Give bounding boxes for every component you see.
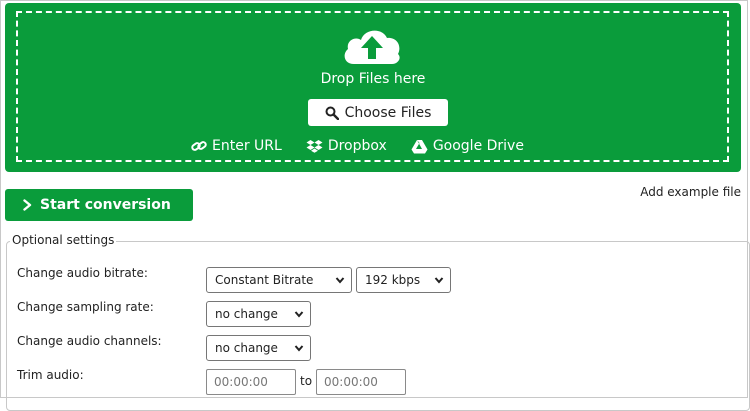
dropbox-label: Dropbox: [327, 138, 387, 154]
bitrate-label: Change audio bitrate:: [17, 266, 148, 280]
choose-files-label: Choose Files: [344, 104, 432, 121]
chevron-down-icon: [434, 277, 444, 284]
chevron-down-icon: [294, 345, 304, 352]
chevron-down-icon: [294, 311, 304, 318]
chevron-right-icon: [23, 199, 32, 211]
optional-settings-legend: Optional settings: [10, 233, 117, 247]
google-drive-icon: [411, 139, 428, 153]
add-example-file-link[interactable]: Add example file: [640, 185, 741, 199]
dropbox-icon: [306, 140, 323, 153]
sampling-rate-select[interactable]: no change: [206, 301, 311, 327]
sampling-rate-label: Change sampling rate:: [17, 300, 154, 314]
trim-start-input[interactable]: 00:00:00: [206, 369, 296, 395]
google-drive-label: Google Drive: [432, 138, 524, 154]
choose-files-button[interactable]: Choose Files: [308, 99, 448, 126]
enter-url-label: Enter URL: [212, 138, 282, 154]
search-icon: [325, 106, 339, 120]
trim-to-text: to: [300, 374, 313, 388]
start-conversion-label: Start conversion: [40, 197, 171, 213]
chevron-down-icon: [335, 277, 345, 284]
bitrate-mode-value: Constant Bitrate: [215, 273, 314, 287]
trim-end-input[interactable]: 00:00:00: [316, 369, 406, 395]
file-drop-zone[interactable]: Drop Files here Choose Files Enter URL D…: [5, 3, 741, 172]
sampling-rate-value: no change: [215, 307, 278, 321]
audio-channels-select[interactable]: no change: [206, 335, 311, 361]
bitrate-value-select[interactable]: 192 kbps: [356, 267, 451, 293]
drop-files-text: Drop Files here: [320, 71, 426, 87]
audio-channels-value: no change: [215, 341, 278, 355]
enter-url-link[interactable]: Enter URL: [191, 138, 282, 154]
start-conversion-button[interactable]: Start conversion: [5, 189, 193, 221]
dropbox-link[interactable]: Dropbox: [306, 138, 387, 154]
link-icon: [191, 141, 207, 151]
bitrate-value: 192 kbps: [365, 273, 421, 287]
cloud-upload-icon: [340, 24, 404, 66]
google-drive-link[interactable]: Google Drive: [411, 138, 524, 154]
audio-channels-label: Change audio channels:: [17, 334, 162, 348]
bitrate-mode-select[interactable]: Constant Bitrate: [206, 267, 352, 293]
trim-audio-label: Trim audio:: [17, 368, 84, 382]
upload-sources: Enter URL Dropbox Google Drive: [191, 135, 524, 157]
